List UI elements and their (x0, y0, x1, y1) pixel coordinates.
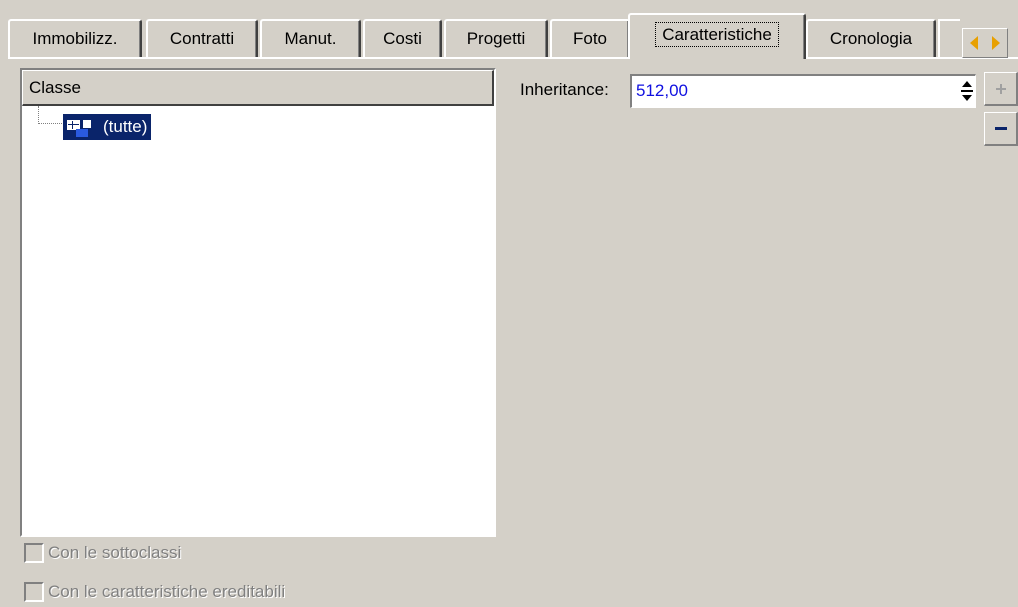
window: Immobilizz. Contratti Manut. Costi Proge… (0, 0, 1018, 607)
tab-progetti[interactable]: Progetti (444, 19, 548, 57)
tab-scroll-left-button[interactable] (963, 29, 985, 57)
checkbox-box[interactable] (24, 582, 44, 602)
inheritance-label: Inheritance: (520, 80, 609, 99)
minus-icon (994, 127, 1007, 130)
tab-label: Costi (383, 29, 422, 48)
tree-connector (38, 106, 62, 124)
inheritable-checkbox[interactable]: Con le caratteristiche ereditabili (24, 582, 285, 602)
tree-node-label: (tutte) (103, 117, 148, 136)
tree-column-header[interactable]: Classe (22, 70, 494, 106)
triangle-right-icon (992, 36, 1000, 50)
inheritance-input[interactable]: 512,00 (630, 74, 976, 108)
tab-manut[interactable]: Manut. (260, 19, 361, 57)
tab-label: Contratti (169, 29, 235, 48)
tab-label: Progetti (466, 29, 526, 48)
plus-icon (995, 83, 1006, 94)
remove-button[interactable] (984, 112, 1018, 146)
checkbox-box[interactable] (24, 543, 44, 563)
tab-baseline (8, 57, 1018, 59)
tab-label: Caratteristiche (655, 22, 779, 47)
class-tree-icon (65, 117, 99, 137)
checkbox-label: Con le sottoclassi (48, 543, 182, 562)
checkbox-label: Con le caratteristiche ereditabili (48, 582, 286, 601)
tab-foto[interactable]: Foto (550, 19, 630, 57)
tab-scroll-buttons (962, 28, 1008, 58)
triangle-left-icon (970, 36, 978, 50)
inheritance-value: 512,00 (636, 81, 688, 100)
tab-overflow-edge (938, 19, 960, 57)
tab-costi[interactable]: Costi (363, 19, 442, 57)
tree-node-all[interactable]: (tutte) (63, 114, 152, 140)
tab-label: Cronologia (829, 29, 913, 48)
tab-label: Immobilizz. (32, 29, 118, 48)
class-tree[interactable]: Classe (tutte) (20, 68, 496, 537)
tab-label: Manut. (284, 29, 337, 48)
tab-caratteristiche[interactable]: Caratteristiche (628, 13, 806, 59)
tab-immobilizz[interactable]: Immobilizz. (8, 19, 142, 57)
add-button[interactable] (984, 72, 1018, 106)
tab-scroll-right-button[interactable] (985, 29, 1007, 57)
subclasses-checkbox[interactable]: Con le sottoclassi (24, 543, 181, 563)
tab-contratti[interactable]: Contratti (146, 19, 258, 57)
tab-cronologia[interactable]: Cronologia (806, 19, 936, 57)
tab-label: Foto (572, 29, 608, 48)
up-down-spinner-icon[interactable] (961, 79, 973, 105)
tab-strip: Immobilizz. Contratti Manut. Costi Proge… (8, 10, 1018, 59)
